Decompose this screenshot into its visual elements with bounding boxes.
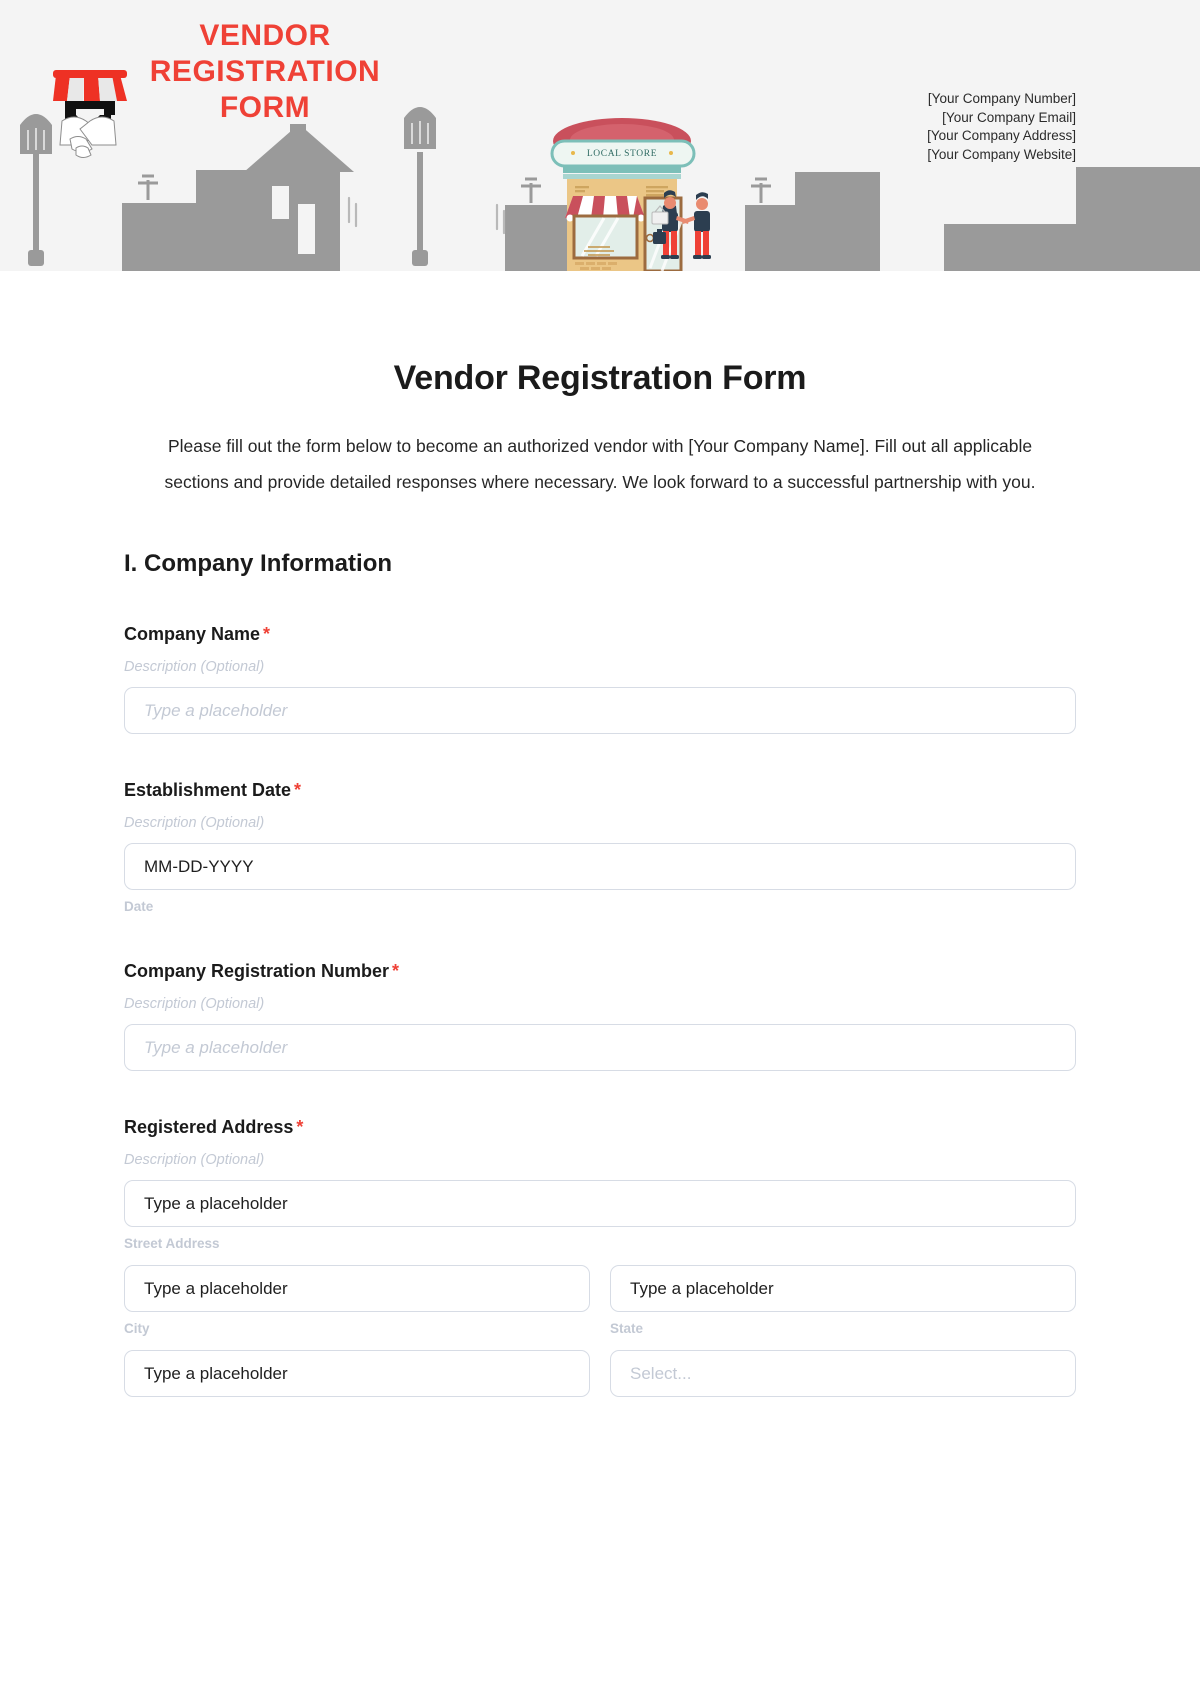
label-company-registration-number-text: Company Registration Number: [124, 961, 390, 981]
required-marker: *: [296, 1117, 304, 1137]
company-website-line: [Your Company Website]: [927, 146, 1076, 162]
required-marker: *: [392, 961, 400, 981]
input-state[interactable]: Type a placeholder: [610, 1265, 1076, 1312]
input-establishment-date[interactable]: MM-DD-YYYY: [124, 843, 1076, 890]
company-email-line: [Your Company Email]: [942, 109, 1076, 125]
field-company-name: Company Name * Description (Optional) Typ…: [124, 622, 1076, 734]
input-street-address[interactable]: Type a placeholder: [124, 1180, 1076, 1227]
required-marker: *: [263, 624, 271, 644]
label-company-registration-number: Company Registration Number *: [124, 959, 1076, 983]
sublabel-street-address: Street Address: [124, 1236, 220, 1251]
banner-brand-title: VENDOR REGISTRATION FORM: [149, 19, 381, 124]
page-title: Vendor Registration Form: [393, 359, 807, 397]
label-establishment-date-text: Establishment Date: [124, 780, 292, 800]
select-country[interactable]: Select...: [610, 1350, 1076, 1397]
label-company-name: Company Name *: [124, 622, 1076, 646]
handshake-storefront-icon: [53, 70, 127, 158]
sublabel-date: Date: [124, 899, 154, 914]
label-registered-address: Registered Address *: [124, 1115, 1076, 1139]
form-body: Vendor Registration Form Please fill out…: [0, 359, 1200, 1397]
address-col-country: Select...: [610, 1350, 1076, 1397]
form-intro-text: Please fill out the form below to become…: [164, 436, 1036, 492]
company-address-line: [Your Company Address]: [927, 128, 1076, 144]
store-sign-text: LOCAL STORE: [587, 149, 657, 159]
page-banner: LOCAL STORE VENDOR REGISTRATION FORM [Yo…: [0, 0, 1200, 271]
description-company-name: Description (Optional): [124, 659, 265, 675]
address-row-zip-country: Type a placeholder Select...: [124, 1350, 1076, 1397]
field-registered-address: Registered Address * Description (Optiona…: [124, 1115, 1076, 1397]
company-contact-block: [Your Company Number] [Your Company Emai…: [927, 90, 1076, 164]
description-company-registration-number: Description (Optional): [124, 996, 265, 1012]
input-company-registration-number[interactable]: Type a placeholder: [124, 1024, 1076, 1071]
address-col-state: Type a placeholder State: [610, 1265, 1076, 1337]
address-row-city-state: Type a placeholder City Type a placehold…: [124, 1265, 1076, 1337]
field-establishment-date: Establishment Date * Description (Optiona…: [124, 778, 1076, 915]
input-city[interactable]: Type a placeholder: [124, 1265, 590, 1312]
section-heading-company-information: I. Company Information: [124, 550, 393, 577]
description-registered-address: Description (Optional): [124, 1152, 265, 1168]
label-registered-address-text: Registered Address: [124, 1117, 294, 1137]
address-col-city: Type a placeholder City: [124, 1265, 590, 1337]
sublabel-city: City: [124, 1321, 150, 1336]
address-col-zip: Type a placeholder: [124, 1350, 590, 1397]
sublabel-state: State: [610, 1321, 644, 1336]
company-number-line: [Your Company Number]: [927, 91, 1076, 106]
required-marker: *: [294, 780, 302, 800]
field-company-registration-number: Company Registration Number * Description…: [124, 959, 1076, 1071]
input-zip-code[interactable]: Type a placeholder: [124, 1350, 590, 1397]
label-company-name-text: Company Name: [124, 624, 261, 644]
description-establishment-date: Description (Optional): [124, 815, 265, 831]
input-company-name[interactable]: Type a placeholder: [124, 687, 1076, 734]
label-establishment-date: Establishment Date *: [124, 778, 1076, 802]
